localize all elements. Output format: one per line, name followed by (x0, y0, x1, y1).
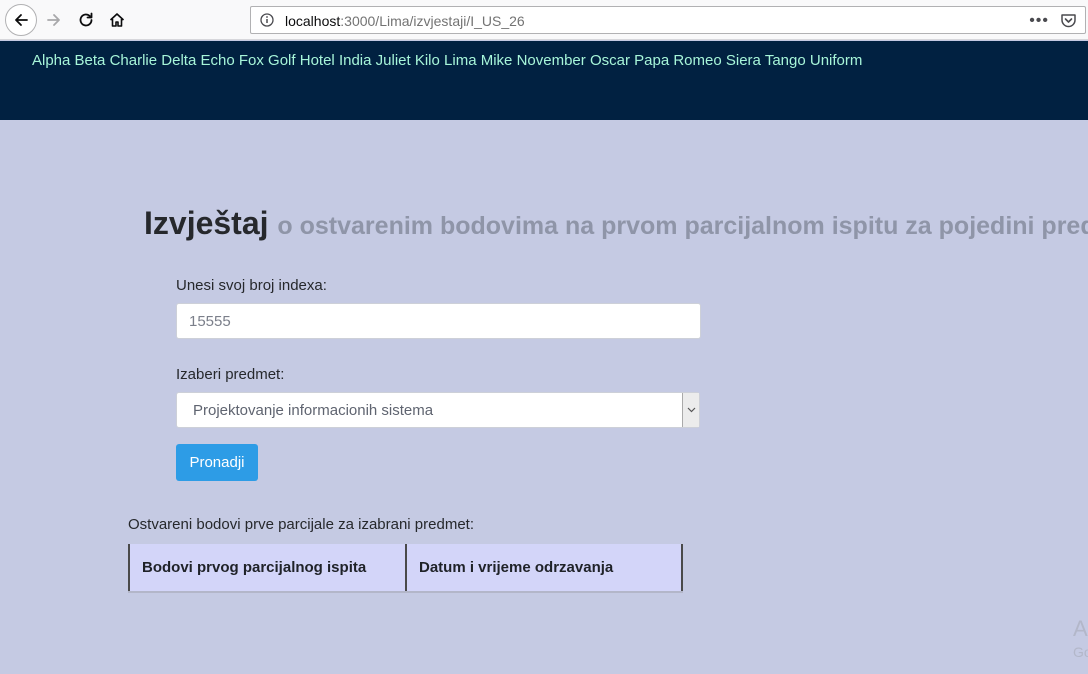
nav-link-delta[interactable]: Delta (161, 52, 196, 69)
page-title-main: Izvještaj (144, 205, 269, 241)
home-icon (109, 13, 125, 27)
nav-link-lima[interactable]: Lima (444, 52, 477, 69)
url-text: localhost:3000/Lima/izvjestaji/I_US_26 (285, 13, 525, 29)
forward-arrow-icon (47, 14, 60, 26)
subject-select-value: Projektovanje informacionih sistema (193, 402, 434, 419)
url-path: :3000/Lima/izvjestaji/I_US_26 (340, 13, 525, 29)
select-dropdown-button[interactable] (682, 393, 699, 427)
nav-link-beta[interactable]: Beta (75, 52, 106, 69)
nav-link-charlie[interactable]: Charlie (110, 52, 158, 69)
nav-link-romeo[interactable]: Romeo (673, 52, 721, 69)
url-host: localhost (285, 13, 341, 29)
activation-watermark: Ac (1073, 616, 1088, 641)
index-input[interactable] (176, 303, 701, 339)
chevron-down-icon (687, 407, 695, 413)
info-icon[interactable] (260, 13, 274, 27)
browser-toolbar: localhost:3000/Lima/izvjestaji/I_US_26 •… (0, 0, 1088, 40)
nav-link-golf[interactable]: Golf (268, 52, 296, 69)
table-header-points: Bodovi prvog parcijalnog ispita (128, 544, 407, 593)
nav-link-hotel[interactable]: Hotel (300, 52, 335, 69)
home-button[interactable] (103, 6, 131, 34)
nav-link-tango[interactable]: Tango (765, 52, 806, 69)
forward-button[interactable] (40, 6, 68, 34)
more-icon[interactable]: ••• (1029, 12, 1049, 30)
nav-link-kilo[interactable]: Kilo (415, 52, 440, 69)
back-button[interactable] (5, 4, 37, 36)
results-label: Ostvareni bodovi prve parcijale za izabr… (128, 516, 475, 533)
reload-button[interactable] (72, 6, 100, 34)
nav-link-alpha[interactable]: Alpha (32, 52, 70, 69)
nav-link-papa[interactable]: Papa (634, 52, 669, 69)
table-header-row: Bodovi prvog parcijalnog ispita Datum i … (128, 544, 683, 593)
nav-link-india[interactable]: India (339, 52, 372, 69)
nav-links: Alpha Beta Charlie Delta Echo Fox Golf H… (32, 52, 862, 69)
address-bar[interactable]: localhost:3000/Lima/izvjestaji/I_US_26 •… (250, 6, 1086, 34)
nav-link-juliet[interactable]: Juliet (376, 52, 411, 69)
pocket-icon[interactable] (1060, 12, 1077, 29)
index-label: Unesi svoj broj indexa: (176, 277, 327, 294)
page-title-subtitle: o ostvarenim bodovima na prvom parcijaln… (277, 212, 1088, 240)
reload-icon (79, 12, 93, 27)
table-header-datetime: Datum i vrijeme odrzavanja (405, 544, 683, 593)
nav-link-mike[interactable]: Mike (481, 52, 513, 69)
page-title: Izvještaj o ostvarenim bodovima na prvom… (144, 205, 1088, 242)
nav-link-uniform[interactable]: Uniform (810, 52, 863, 69)
subject-select[interactable]: Projektovanje informacionih sistema (176, 392, 700, 428)
nav-link-fox[interactable]: Fox (239, 52, 264, 69)
nav-link-november[interactable]: November (517, 52, 586, 69)
back-arrow-icon (15, 14, 28, 26)
nav-link-siera[interactable]: Siera (726, 52, 761, 69)
site-navbar: Alpha Beta Charlie Delta Echo Fox Golf H… (0, 41, 1088, 120)
nav-link-oscar[interactable]: Oscar (590, 52, 630, 69)
activation-watermark-sub: Go (1073, 644, 1088, 660)
results-table: Bodovi prvog parcijalnog ispita Datum i … (128, 544, 683, 593)
subject-label: Izaberi predmet: (176, 366, 285, 383)
find-button[interactable]: Pronadji (176, 444, 258, 481)
nav-link-echo[interactable]: Echo (200, 52, 234, 69)
